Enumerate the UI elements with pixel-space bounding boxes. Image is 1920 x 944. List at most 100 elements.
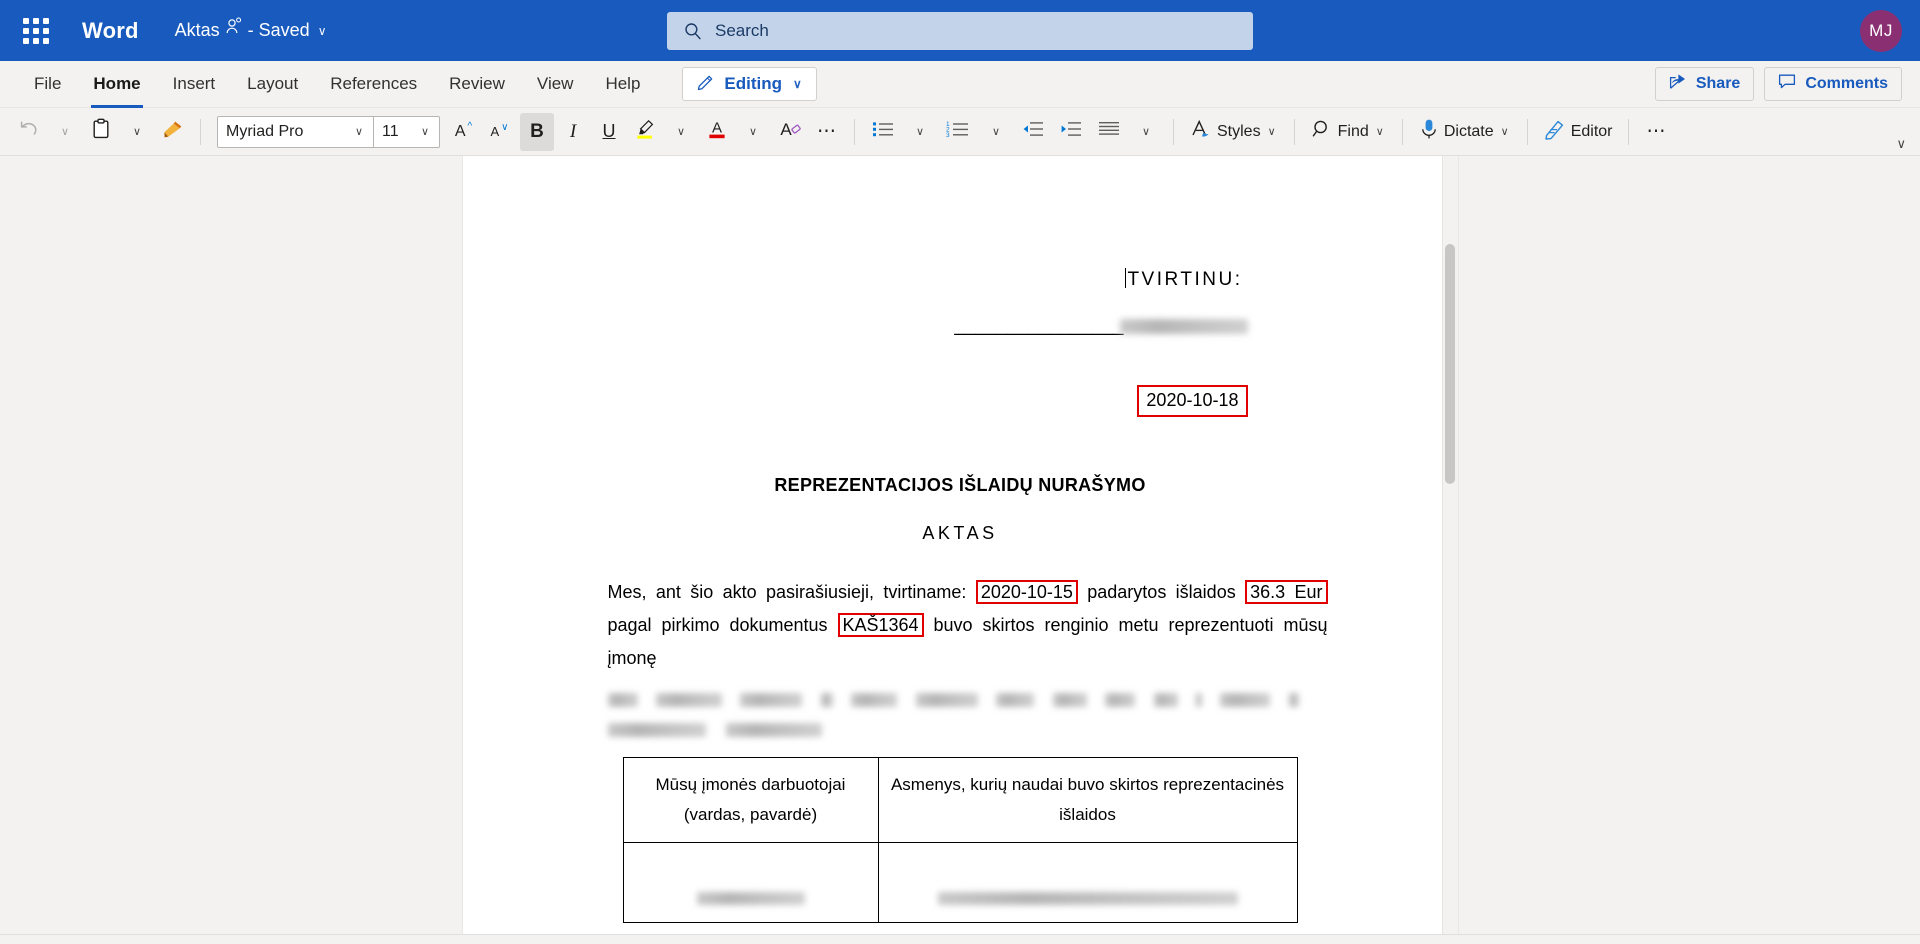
formatting-toolbar: ∨ ∨ Myriad Pro ∨ 11 ∨ A ^ A ∨ B I U ∨ A …: [0, 108, 1920, 156]
numbered-list-icon: 1 2 3: [945, 119, 971, 144]
toolbar-separator: [1526, 118, 1528, 145]
table-row[interactable]: [622, 842, 1298, 923]
approval-date[interactable]: 2020-10-18: [1137, 385, 1248, 417]
clear-formatting-icon: A: [778, 118, 802, 145]
highlight-icon: [634, 118, 656, 145]
chevron-down-icon[interactable]: ∨: [318, 24, 327, 38]
bullets-dropdown[interactable]: ∨: [903, 113, 937, 151]
font-color-icon: A: [706, 118, 728, 145]
document-page[interactable]: TVIRTINU: ________________ 2020-10-18 RE…: [462, 156, 1458, 934]
collapse-ribbon-button[interactable]: ∨: [1896, 136, 1906, 152]
scrollbar-thumb[interactable]: [1444, 244, 1455, 484]
document-title-area[interactable]: Aktas - Saved ∨: [174, 17, 327, 41]
increase-indent-button[interactable]: [1053, 113, 1089, 151]
font-size-select[interactable]: 11 ∨: [373, 116, 439, 147]
undo-icon: [18, 119, 40, 144]
undo-button[interactable]: [12, 113, 46, 151]
find-label: Find: [1337, 122, 1369, 140]
chevron-down-icon: ∨: [915, 126, 925, 138]
signature-row: ________________: [553, 315, 1248, 337]
toolbar-separator: [1293, 118, 1295, 145]
numbering-button[interactable]: 1 2 3: [939, 113, 977, 151]
caret-up-icon: ^: [467, 121, 473, 132]
bullet-list-icon: [871, 119, 895, 144]
tab-home[interactable]: Home: [77, 61, 156, 108]
tab-references[interactable]: References: [314, 61, 433, 108]
more-commands-button[interactable]: ⋯: [1639, 113, 1673, 151]
undo-dropdown[interactable]: ∨: [48, 113, 82, 151]
align-dropdown[interactable]: ∨: [1129, 113, 1163, 151]
bullets-button[interactable]: [865, 113, 901, 151]
waffle-icon: [23, 17, 49, 44]
numbering-dropdown[interactable]: ∨: [979, 113, 1013, 151]
table-cell-beneficiary-redacted[interactable]: [877, 842, 1298, 923]
bold-button[interactable]: B: [520, 112, 554, 151]
decrease-indent-button[interactable]: [1015, 113, 1051, 151]
avatar[interactable]: MJ: [1860, 9, 1902, 52]
tab-file[interactable]: File: [18, 61, 77, 108]
search-input[interactable]: Search: [667, 11, 1253, 50]
person-shared-icon: [226, 17, 242, 38]
dictate-button[interactable]: Dictate ∨: [1413, 113, 1517, 151]
styles-button[interactable]: Styles ∨: [1184, 113, 1284, 151]
editor-label: Editor: [1570, 122, 1613, 140]
tab-layout[interactable]: Layout: [231, 61, 314, 108]
more-font-options-button[interactable]: ⋯: [810, 113, 844, 151]
paste-dropdown[interactable]: ∨: [120, 113, 154, 151]
find-button[interactable]: Find ∨: [1305, 113, 1392, 151]
clear-formatting-button[interactable]: A: [772, 113, 808, 151]
expense-date-highlight[interactable]: 2020-10-15: [975, 580, 1078, 604]
format-painter-button[interactable]: [156, 113, 190, 151]
tab-view[interactable]: View: [521, 61, 590, 108]
app-launcher-button[interactable]: [14, 9, 58, 53]
comment-icon: [1778, 73, 1796, 95]
editor-pen-icon: [1544, 118, 1566, 145]
amount-highlight[interactable]: 36.3 Eur: [1245, 580, 1328, 604]
font-size-value: 11: [382, 122, 399, 140]
italic-label: I: [569, 120, 577, 142]
table-header-employees: Mūsų įmonės darbuotojai (vardas, pavardė…: [622, 757, 879, 843]
font-color-button[interactable]: A: [700, 113, 734, 151]
font-color-dropdown[interactable]: ∨: [736, 113, 770, 151]
tab-help[interactable]: Help: [589, 61, 656, 108]
italic-button[interactable]: I: [556, 113, 590, 151]
paste-button[interactable]: [84, 113, 118, 151]
shrink-font-button[interactable]: A ∨: [484, 113, 518, 151]
shrink-font-label: A: [490, 124, 500, 139]
pencil-icon: [697, 73, 715, 96]
approval-label-row: TVIRTINU:: [553, 268, 1243, 291]
table-cell-employee-redacted[interactable]: [622, 842, 879, 923]
comments-button[interactable]: Comments: [1764, 67, 1902, 101]
share-button[interactable]: Share: [1654, 67, 1755, 101]
document-title: Aktas: [174, 20, 220, 40]
editor-button[interactable]: Editor: [1538, 113, 1619, 151]
align-button[interactable]: [1091, 113, 1127, 151]
tab-insert[interactable]: Insert: [157, 61, 232, 108]
document-paragraph: Mes, ant šio akto pasirašiusieji, tvirti…: [553, 576, 1368, 675]
approval-label: TVIRTINU:: [1127, 269, 1243, 290]
chevron-down-icon: ∨: [793, 77, 802, 91]
chevron-down-icon: ∨: [1141, 126, 1151, 138]
search-icon: [1311, 118, 1333, 145]
chevron-down-icon: ∨: [1500, 126, 1509, 138]
document-canvas: TVIRTINU: ________________ 2020-10-18 RE…: [0, 156, 1920, 934]
increase-indent-icon: [1059, 119, 1083, 144]
highlight-dropdown[interactable]: ∨: [664, 113, 698, 151]
search-icon: [683, 21, 703, 41]
tab-review[interactable]: Review: [433, 61, 521, 108]
underline-button[interactable]: U: [592, 113, 626, 151]
editing-mode-button[interactable]: Editing ∨: [682, 67, 817, 101]
expense-table: Mūsų įmonės darbuotojai (vardas, pavardė…: [622, 757, 1298, 923]
table-header-beneficiaries: Asmenys, kurių naudai buvo skirtos repre…: [877, 757, 1298, 843]
grow-font-button[interactable]: A ^: [448, 113, 482, 151]
table-header-row: Mūsų įmonės darbuotojai (vardas, pavardė…: [622, 757, 1298, 843]
styles-icon: [1190, 118, 1212, 145]
ellipsis-icon: ⋯: [1646, 121, 1667, 142]
font-family-select[interactable]: Myriad Pro ∨: [218, 117, 373, 147]
svg-text:3: 3: [946, 132, 950, 139]
grow-font-label: A: [454, 122, 466, 140]
text-highlight-button[interactable]: [628, 113, 662, 151]
document-number-highlight[interactable]: KAŠ1364: [837, 613, 924, 637]
document-scrollbar[interactable]: [1441, 156, 1458, 934]
svg-text:A: A: [780, 120, 792, 139]
